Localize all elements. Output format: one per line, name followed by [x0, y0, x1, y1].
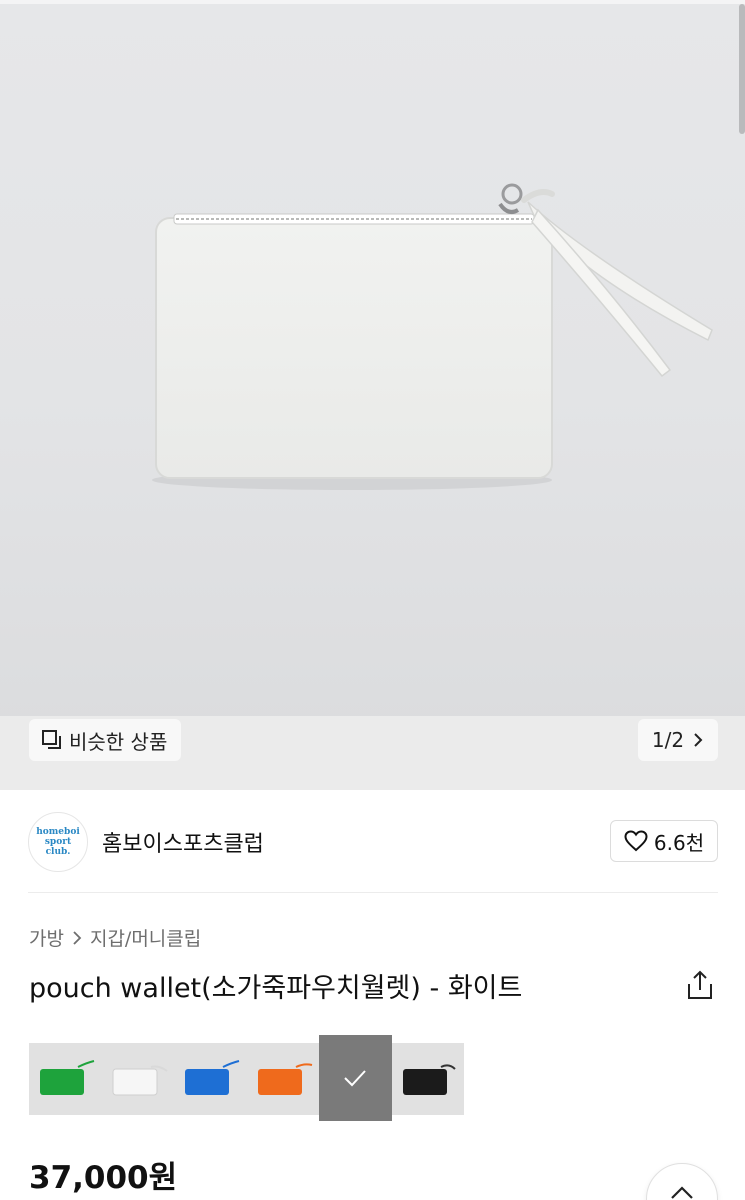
- product-image: [152, 183, 713, 490]
- image-page-indicator[interactable]: 1/2: [638, 719, 718, 761]
- product-title: pouch wallet(소가죽파우치월렛) - 화이트: [29, 973, 523, 1004]
- swatch-black[interactable]: [392, 1043, 465, 1115]
- swatch-orange[interactable]: [247, 1043, 320, 1115]
- swatch-blue[interactable]: [174, 1043, 247, 1115]
- product-price: 37,000원: [29, 1160, 178, 1196]
- chevron-up-icon: [671, 1186, 693, 1199]
- swatch-white-selected[interactable]: [319, 1035, 392, 1121]
- check-icon: [344, 1070, 366, 1087]
- breadcrumb-item-wallet[interactable]: 지갑/머니클립: [90, 924, 201, 951]
- stacked-squares-icon: [42, 730, 61, 749]
- swatch-thumbnail: [185, 1060, 240, 1095]
- swatch-thumbnail: [40, 1060, 95, 1095]
- similar-products-button[interactable]: 비슷한 상품: [29, 719, 182, 761]
- divider: [28, 892, 718, 893]
- heart-icon: [624, 830, 648, 852]
- swatch-white-1[interactable]: [102, 1043, 175, 1115]
- brand-logo[interactable]: homeboi sport club.: [28, 812, 88, 872]
- brand-row: homeboi sport club. 홈보이스포츠클럽 6.6천: [0, 790, 745, 894]
- scroll-to-top-button[interactable]: [646, 1163, 718, 1200]
- hero-top-border: [0, 0, 745, 4]
- page-indicator-text: 1/2: [651, 728, 685, 752]
- color-swatch-list: [29, 1035, 465, 1121]
- swatch-thumbnail: [257, 1063, 312, 1095]
- swatch-thumbnail: [112, 1065, 168, 1096]
- chevron-right-icon: [73, 930, 82, 945]
- product-image-gallery[interactable]: 비슷한 상품 1/2: [0, 0, 745, 790]
- chevron-right-icon: [694, 733, 703, 747]
- brand-logo-line-2: sport: [44, 837, 72, 847]
- brand-name[interactable]: 홈보이스포츠클럽: [102, 826, 264, 858]
- like-button[interactable]: 6.6천: [610, 820, 718, 862]
- brand-logo-line-3: club.: [45, 847, 71, 857]
- share-icon[interactable]: [684, 968, 716, 1002]
- swatch-thumbnail: [402, 1064, 456, 1095]
- scrollbar-thumb[interactable]: [739, 4, 745, 134]
- like-count: 6.6천: [653, 830, 705, 855]
- brand-logo-line-1: homeboi: [36, 827, 80, 837]
- similar-products-label: 비슷한 상품: [69, 729, 168, 754]
- breadcrumb: 가방 지갑/머니클립: [29, 924, 201, 951]
- breadcrumb-item-bag[interactable]: 가방: [29, 924, 64, 951]
- swatch-green[interactable]: [29, 1043, 102, 1115]
